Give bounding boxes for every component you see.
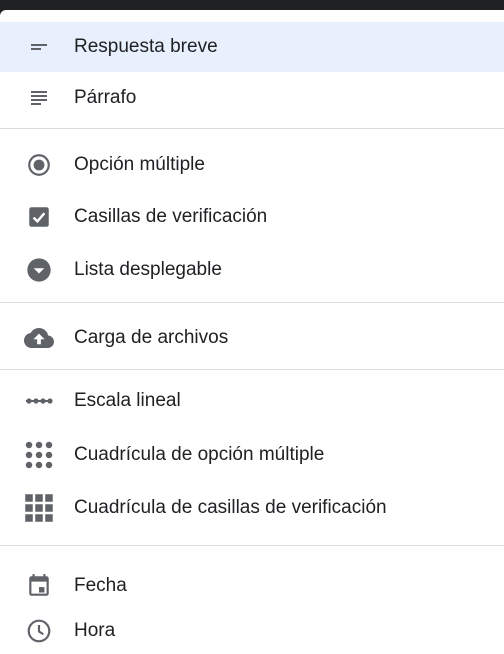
- radio-button-icon: [22, 148, 56, 182]
- menu-item-label: Carga de archivos: [74, 327, 229, 348]
- menu-item-label: Casillas de verificación: [74, 206, 268, 227]
- menu-item-label: Fecha: [74, 575, 127, 596]
- app-backdrop: Respuesta breve Párrafo Opción múltiple …: [0, 0, 504, 654]
- dropdown-icon: [22, 253, 56, 287]
- question-type-menu: Respuesta breve Párrafo Opción múltiple …: [0, 10, 504, 654]
- menu-item-label: Párrafo: [74, 87, 137, 108]
- clock-icon: [22, 614, 56, 648]
- menu-item-dropdown[interactable]: Lista desplegable: [0, 245, 504, 295]
- cloud-upload-icon: [22, 321, 56, 355]
- calendar-icon: [22, 569, 56, 603]
- menu-item-multiple-choice-grid[interactable]: Cuadrícula de opción múltiple: [0, 430, 504, 480]
- short-answer-icon: [22, 30, 56, 64]
- dot-grid-icon: [22, 438, 56, 472]
- menu-item-date[interactable]: Fecha: [0, 561, 504, 611]
- menu-item-time[interactable]: Hora: [0, 606, 504, 654]
- menu-item-linear-scale[interactable]: Escala lineal: [0, 376, 504, 426]
- menu-divider: [0, 545, 504, 546]
- menu-item-checkboxes[interactable]: Casillas de verificación: [0, 192, 504, 242]
- menu-item-short-answer[interactable]: Respuesta breve: [0, 22, 504, 72]
- checkbox-icon: [22, 200, 56, 234]
- paragraph-icon: [22, 81, 56, 115]
- menu-item-multiple-choice[interactable]: Opción múltiple: [0, 140, 504, 190]
- menu-item-file-upload[interactable]: Carga de archivos: [0, 313, 504, 363]
- menu-item-checkbox-grid[interactable]: Cuadrícula de casillas de verificación: [0, 483, 504, 533]
- menu-divider: [0, 369, 504, 370]
- menu-item-label: Opción múltiple: [74, 154, 205, 175]
- menu-item-label: Respuesta breve: [74, 36, 218, 57]
- menu-item-label: Hora: [74, 620, 116, 641]
- menu-divider: [0, 302, 504, 303]
- menu-item-label: Lista desplegable: [74, 259, 222, 280]
- menu-item-paragraph[interactable]: Párrafo: [0, 73, 504, 123]
- menu-item-label: Cuadrícula de casillas de verificación: [74, 497, 387, 518]
- menu-divider: [0, 128, 504, 129]
- menu-item-label: Escala lineal: [74, 390, 181, 411]
- square-grid-icon: [22, 491, 56, 525]
- menu-item-label: Cuadrícula de opción múltiple: [74, 444, 325, 465]
- linear-scale-icon: [22, 384, 56, 418]
